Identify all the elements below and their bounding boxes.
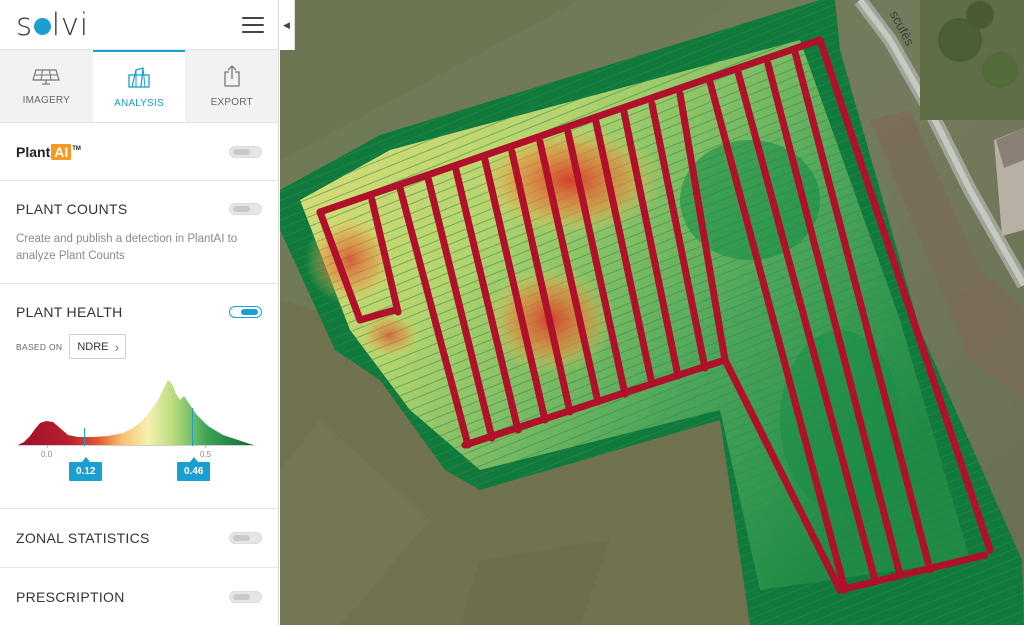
logo-text-end: lvi xyxy=(51,6,89,43)
tab-analysis[interactable]: ANALYSIS xyxy=(92,50,186,122)
tab-analysis-label: ANALYSIS xyxy=(114,97,164,109)
plant-counts-description: Create and publish a detection in PlantA… xyxy=(16,233,238,262)
index-select[interactable]: NDRE › xyxy=(69,334,127,359)
hamburger-menu-icon[interactable] xyxy=(242,16,264,33)
logo-dot xyxy=(33,18,51,35)
solar-panel-icon xyxy=(32,68,61,85)
tab-imagery-label: IMAGERY xyxy=(22,94,70,106)
tab-export-label: EXPORT xyxy=(210,96,253,108)
histogram-tick-1: 0.5 xyxy=(200,450,212,459)
plantai-brand-plant: Plant xyxy=(16,143,51,160)
tab-imagery[interactable]: IMAGERY xyxy=(0,50,93,122)
caret-left-icon: ◀ xyxy=(283,19,290,30)
plantai-logo: Plant AI TM xyxy=(16,143,81,160)
plant-counts-section: PLANT COUNTS Create and publish a detect… xyxy=(0,181,278,284)
analysis-icon xyxy=(128,66,150,88)
plant-counts-toggle[interactable] xyxy=(229,203,262,215)
index-select-value: NDRE xyxy=(77,340,109,353)
plantai-trademark: TM xyxy=(72,145,81,152)
ndre-histogram xyxy=(18,380,254,448)
prescription-title: PRESCRIPTION xyxy=(16,588,125,605)
plant-health-toggle[interactable] xyxy=(229,306,262,318)
range-high-handle[interactable]: 0.46 xyxy=(177,457,211,481)
plant-counts-title: PLANT COUNTS xyxy=(16,201,128,217)
histogram-tick-0: 0.0 xyxy=(41,450,53,459)
zonal-statistics-title: ZONAL STATISTICS xyxy=(16,530,150,546)
sidebar-panel: s lvi IMAGERY ANALYSIS EXPORT Plant AI T… xyxy=(0,0,279,625)
logo-text-start: s xyxy=(16,6,33,43)
plant-health-title: PLANT HEALTH xyxy=(16,304,123,320)
zonal-statistics-section: ZONAL STATISTICS xyxy=(0,509,278,568)
collapse-sidebar-button[interactable]: ◀ xyxy=(279,0,295,50)
tab-bar: IMAGERY ANALYSIS EXPORT xyxy=(0,50,279,123)
chevron-right-icon: › xyxy=(114,338,120,355)
zonal-statistics-toggle[interactable] xyxy=(229,532,262,544)
tab-export[interactable]: EXPORT xyxy=(185,50,279,122)
prescription-toggle[interactable] xyxy=(229,590,262,603)
export-icon xyxy=(224,64,240,87)
map-canvas: scufès xyxy=(280,0,1024,625)
plantai-toggle[interactable] xyxy=(229,145,262,158)
top-bar: s lvi xyxy=(0,0,278,50)
based-on-label: BASED ON xyxy=(16,341,63,352)
plantai-section: Plant AI TM xyxy=(0,123,278,181)
map-view[interactable]: scufès xyxy=(280,0,1024,625)
solvi-logo[interactable]: s lvi xyxy=(16,7,89,43)
plantai-brand-ai: AI xyxy=(51,143,72,160)
prescription-section: PRESCRIPTION xyxy=(0,568,278,625)
range-low-handle[interactable]: 0.12 xyxy=(69,457,103,481)
histogram-distribution xyxy=(18,380,254,445)
